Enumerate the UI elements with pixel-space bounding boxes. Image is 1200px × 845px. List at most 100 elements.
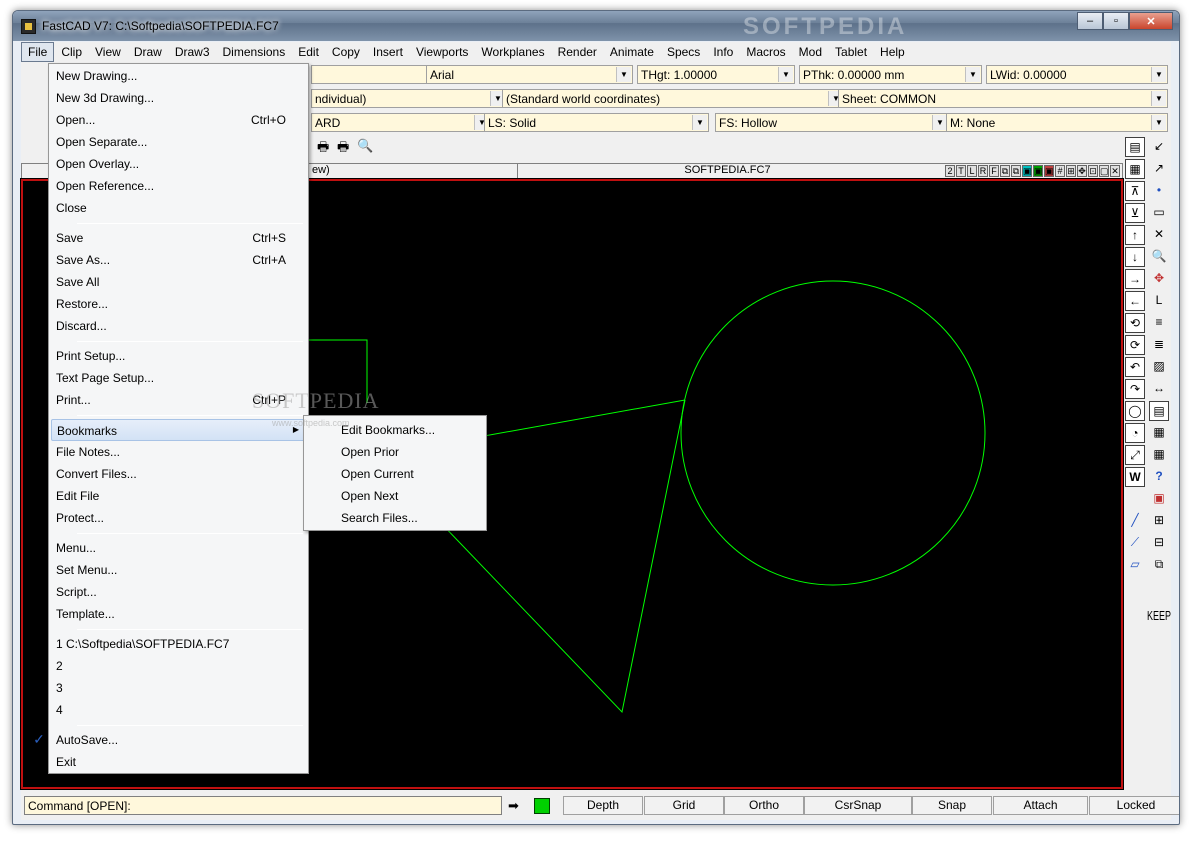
keep-button[interactable]: KEEP [1147, 603, 1171, 631]
menu-animate[interactable]: Animate [604, 43, 660, 61]
menu-viewports[interactable]: Viewports [410, 43, 474, 61]
cross-icon[interactable]: ✕ [1149, 225, 1169, 245]
snap-button[interactable]: Snap [912, 796, 992, 815]
menu-bookmarks[interactable]: Bookmarks ▶ [51, 419, 306, 441]
submenu-edit-bookmarks[interactable]: Edit Bookmarks... [341, 423, 435, 437]
current-color-swatch[interactable] [534, 798, 550, 814]
menu-menu[interactable]: Menu... [51, 537, 306, 559]
menu-specs[interactable]: Specs [661, 43, 706, 61]
point-icon[interactable]: • [1149, 181, 1169, 201]
chevron-down-icon[interactable]: ▼ [1151, 67, 1166, 82]
view-render1-button[interactable]: ▣ [1022, 165, 1032, 177]
view-2d-button[interactable]: 2 [945, 165, 955, 177]
menu-recent-3[interactable]: 3 [51, 677, 306, 699]
menu-macros[interactable]: Macros [740, 43, 791, 61]
grid-icon[interactable]: # [1055, 165, 1065, 177]
menu-help[interactable]: Help [874, 43, 911, 61]
menu-save-as[interactable]: Save As... Ctrl+A [51, 249, 306, 271]
chevron-down-icon[interactable]: ▼ [778, 67, 793, 82]
menu-set-menu[interactable]: Set Menu... [51, 559, 306, 581]
menu-new-3d-drawing[interactable]: New 3d Drawing... [51, 87, 306, 109]
maximize-button[interactable]: ▫ [1103, 12, 1129, 30]
layer-combo[interactable]: ndividual) ▼ [311, 89, 507, 108]
view-bottom-icon[interactable]: ⊻ [1125, 203, 1145, 223]
polyline-icon[interactable]: ⟋ [1125, 533, 1145, 553]
menu-view[interactable]: View [89, 43, 127, 61]
submenu-search-files[interactable]: Search Files... [341, 511, 418, 525]
dimension-icon[interactable]: ↔ [1149, 379, 1169, 399]
move-icon[interactable]: ✥ [1149, 269, 1169, 289]
menu-draw3[interactable]: Draw3 [169, 43, 216, 61]
cursor-snap-button[interactable]: CsrSnap [804, 796, 912, 815]
fill-style-combo[interactable]: FS: Hollow ▼ [715, 113, 949, 132]
ortho-button[interactable]: Ortho [724, 796, 804, 815]
group-icon[interactable]: ⊟ [1149, 533, 1169, 553]
submenu-open-prior[interactable]: Open Prior [341, 445, 399, 459]
circle-icon[interactable]: ◯ [1125, 401, 1145, 421]
copy-icon[interactable]: ⧉ [1149, 555, 1169, 575]
chevron-down-icon[interactable]: ▼ [1151, 115, 1166, 130]
menu-open-reference[interactable]: Open Reference... [51, 175, 306, 197]
redo-arc-icon[interactable]: ↷ [1125, 379, 1145, 399]
word-icon[interactable]: W [1125, 467, 1145, 487]
menu-mod[interactable]: Mod [793, 43, 828, 61]
arrow-up-icon[interactable]: ↑ [1125, 225, 1145, 245]
menu-recent-1[interactable]: 1 C:\Softpedia\SOFTPEDIA.FC7 [51, 633, 306, 655]
view-top-button[interactable]: T [956, 165, 966, 177]
view-render3-button[interactable]: ▣ [1044, 165, 1054, 177]
menu-open-separate[interactable]: Open Separate... [51, 131, 306, 153]
rotate-cw-icon[interactable]: ⟲ [1125, 313, 1145, 333]
print-preview-icon[interactable]: 🔍 [357, 138, 377, 160]
pen-thickness-combo[interactable]: PThk: 0.00000 mm ▼ [799, 65, 982, 84]
tile-icon[interactable]: ⊞ [1066, 165, 1076, 177]
view-left-button[interactable]: L [967, 165, 977, 177]
maximize-view-icon[interactable]: ▢ [1099, 165, 1109, 177]
arc-icon[interactable]: ◔ [1125, 423, 1145, 443]
chevron-down-icon[interactable]: ▼ [932, 115, 947, 130]
undo-arc-icon[interactable]: ↶ [1125, 357, 1145, 377]
palette-icon[interactable]: ▦ [1125, 159, 1145, 179]
menu-file[interactable]: File [21, 42, 55, 62]
chevron-down-icon[interactable]: ▼ [1151, 91, 1166, 106]
pan-icon[interactable]: ✥ [1077, 165, 1087, 177]
menu-edit-file[interactable]: Edit File [51, 485, 306, 507]
view-render2-button[interactable]: ▣ [1033, 165, 1043, 177]
printer-icon[interactable]: 🖶 [317, 138, 337, 160]
arrow-up-right-icon[interactable]: ↗ [1149, 159, 1169, 179]
submenu-open-next[interactable]: Open Next [341, 489, 398, 503]
submenu-open-current[interactable]: Open Current [341, 467, 414, 481]
pen-arrow-icon[interactable]: ➡ [508, 798, 528, 814]
text-height-combo[interactable]: THgt: 1.00000 ▼ [637, 65, 795, 84]
parallelogram-icon[interactable]: ▱ [1125, 555, 1145, 575]
menu-template[interactable]: Template... [51, 603, 306, 625]
menu-edit[interactable]: Edit [292, 43, 325, 61]
line-width-combo[interactable]: LWid: 0.00000 ▼ [986, 65, 1168, 84]
menu-workplanes[interactable]: Workplanes [475, 43, 550, 61]
arrow-left-icon[interactable]: ← [1125, 291, 1145, 311]
print-setup-icon[interactable]: 🖶 [337, 138, 357, 160]
help-icon[interactable]: ? [1149, 467, 1169, 487]
coordinates-combo[interactable]: (Standard world coordinates) ▼ [502, 89, 845, 108]
command-line[interactable]: Command [OPEN]: [24, 796, 502, 815]
menu-dimensions[interactable]: Dimensions [217, 43, 292, 61]
pattern-grid-icon[interactable]: ▦ [1149, 445, 1169, 465]
menu-open-overlay[interactable]: Open Overlay... [51, 153, 306, 175]
depth-button[interactable]: Depth [563, 796, 643, 815]
view-front-button[interactable]: F [989, 165, 999, 177]
menu-info[interactable]: Info [707, 43, 739, 61]
layer-manager-icon[interactable]: ▤ [1125, 137, 1145, 157]
menu-close[interactable]: Close [51, 197, 306, 219]
menu-convert-files[interactable]: Convert Files... [51, 463, 306, 485]
chevron-down-icon[interactable]: ▼ [965, 67, 980, 82]
menu-draw[interactable]: Draw [128, 43, 168, 61]
grid-button[interactable]: Grid [644, 796, 724, 815]
text-block-icon[interactable]: ▤ [1149, 401, 1169, 421]
menu-open[interactable]: Open... Ctrl+O [51, 109, 306, 131]
marker-combo[interactable]: M: None ▼ [946, 113, 1168, 132]
color-grid-icon[interactable]: ▦ [1149, 423, 1169, 443]
view-iso2-button[interactable]: ⧉ [1011, 165, 1021, 177]
chevron-down-icon[interactable]: ▼ [692, 115, 707, 130]
menu-protect[interactable]: Protect... [51, 507, 306, 529]
restore-view-icon[interactable]: ⊡ [1088, 165, 1098, 177]
menu-script[interactable]: Script... [51, 581, 306, 603]
